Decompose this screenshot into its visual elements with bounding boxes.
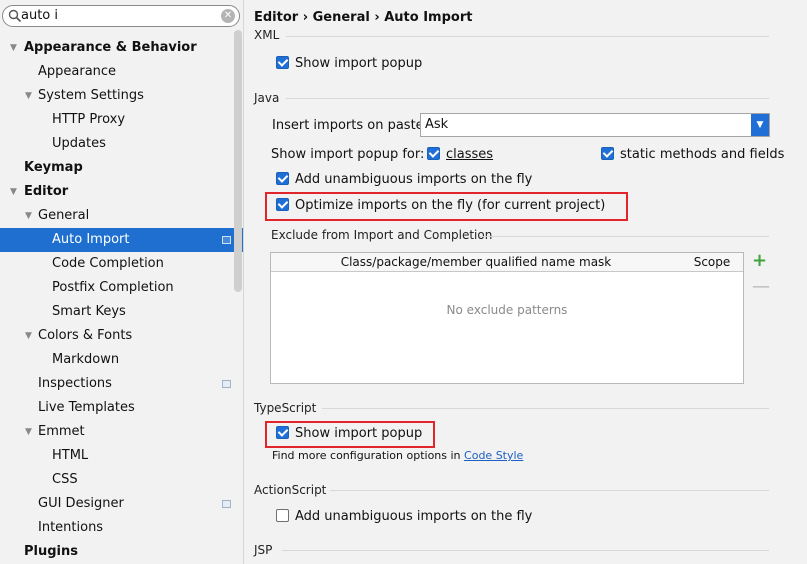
tree-item-label: Updates bbox=[52, 136, 106, 151]
project-settings-icon bbox=[222, 500, 231, 508]
project-settings-icon bbox=[222, 236, 231, 244]
tree-item[interactable]: ▼ Editor bbox=[0, 180, 243, 204]
table-header-mask[interactable]: Class/package/member qualified name mask bbox=[271, 253, 682, 272]
insert-imports-select[interactable]: Ask ▼ bbox=[420, 113, 770, 137]
tree-item-label: Editor bbox=[24, 184, 69, 199]
tree-item-label: Keymap bbox=[24, 160, 83, 175]
expand-arrow-icon[interactable]: ▼ bbox=[25, 84, 32, 108]
tree-item[interactable]: Smart Keys bbox=[0, 300, 243, 324]
expand-arrow-icon[interactable]: ▼ bbox=[10, 180, 17, 204]
section-divider bbox=[330, 490, 769, 491]
tree-item-label: GUI Designer bbox=[38, 496, 124, 511]
tree-item[interactable]: CSS bbox=[0, 468, 243, 492]
project-settings-icon bbox=[222, 380, 231, 388]
section-divider bbox=[322, 408, 769, 409]
clear-search-icon[interactable]: ✕ bbox=[221, 9, 235, 23]
section-divider bbox=[480, 236, 769, 237]
tree-item[interactable]: Keymap bbox=[0, 156, 243, 180]
table-empty-text: No exclude patterns bbox=[446, 303, 568, 317]
tree-item-label: General bbox=[38, 208, 90, 223]
section-jsp-title: JSP bbox=[254, 543, 273, 557]
tree-item[interactable]: ▼ General bbox=[0, 204, 243, 228]
chevron-down-icon: ▼ bbox=[751, 114, 769, 136]
insert-imports-value: Ask bbox=[425, 117, 449, 132]
checkbox-checked-icon bbox=[601, 147, 614, 160]
checkbox-checked-icon bbox=[276, 56, 289, 69]
tree-item-label: Emmet bbox=[38, 424, 85, 439]
search-field[interactable]: auto i ✕ bbox=[2, 5, 240, 27]
search-input[interactable]: auto i bbox=[21, 8, 58, 23]
xml-show-import-popup-checkbox[interactable]: Show import popup bbox=[276, 55, 422, 73]
static-methods-checkbox[interactable]: static methods and fields bbox=[601, 146, 784, 164]
section-actionscript-title: ActionScript bbox=[254, 483, 327, 497]
tree-item[interactable]: ▼ Emmet bbox=[0, 420, 243, 444]
tree-item[interactable]: Markdown bbox=[0, 348, 243, 372]
section-divider bbox=[282, 550, 769, 551]
settings-sidebar: auto i ✕ ▼ Appearance & Behavior Appearanc… bbox=[0, 0, 244, 564]
tree-item[interactable]: Inspections bbox=[0, 372, 243, 396]
expand-arrow-icon[interactable]: ▼ bbox=[25, 324, 32, 348]
expand-arrow-icon[interactable]: ▼ bbox=[25, 204, 32, 228]
tree-item-label: Auto Import bbox=[52, 232, 130, 247]
tree-item[interactable]: Live Templates bbox=[0, 396, 243, 420]
tree-item-label: Plugins bbox=[24, 544, 78, 559]
as-add-unambiguous-checkbox[interactable]: Add unambiguous imports on the fly bbox=[276, 508, 532, 526]
section-java-title: Java bbox=[254, 91, 280, 105]
highlight-box bbox=[265, 192, 628, 221]
tree-item[interactable]: Postfix Completion bbox=[0, 276, 243, 300]
java-add-unambiguous-checkbox[interactable]: Add unambiguous imports on the fly bbox=[276, 171, 532, 189]
tree-item[interactable]: ▼ Colors & Fonts bbox=[0, 324, 243, 348]
tree-item-label: Postfix Completion bbox=[52, 280, 174, 295]
expand-arrow-icon[interactable]: ▼ bbox=[25, 420, 32, 444]
tree-item-label: Appearance & Behavior bbox=[24, 40, 197, 55]
section-divider bbox=[286, 98, 769, 99]
tree-item[interactable]: HTML bbox=[0, 444, 243, 468]
tree-item-label: CSS bbox=[52, 472, 78, 487]
code-style-hint: Find more configuration options in Code … bbox=[272, 449, 524, 462]
highlight-box bbox=[265, 421, 435, 448]
add-icon[interactable]: + bbox=[752, 252, 767, 270]
section-typescript-title: TypeScript bbox=[254, 401, 317, 415]
insert-imports-label: Insert imports on paste: bbox=[272, 118, 429, 133]
exclude-title: Exclude from Import and Completion bbox=[271, 228, 493, 242]
exclude-table[interactable]: Class/package/member qualified name mask… bbox=[270, 252, 744, 384]
code-style-link[interactable]: Code Style bbox=[464, 449, 523, 462]
tree-item[interactable]: Updates bbox=[0, 132, 243, 156]
tree-item-label: HTML bbox=[52, 448, 89, 463]
section-divider bbox=[286, 36, 769, 37]
tree-item-label: HTTP Proxy bbox=[52, 112, 126, 127]
section-xml-title: XML bbox=[254, 28, 280, 42]
tree-item-label: Code Completion bbox=[52, 256, 164, 271]
tree-item-label: Markdown bbox=[52, 352, 120, 367]
expand-arrow-icon[interactable]: ▼ bbox=[10, 36, 17, 60]
checkbox-unchecked-icon bbox=[276, 509, 289, 522]
settings-tree: ▼ Appearance & Behavior Appearance ▼ System … bbox=[0, 36, 243, 564]
tree-item[interactable]: Intentions bbox=[0, 516, 243, 540]
tree-item-label: Inspections bbox=[38, 376, 112, 391]
tree-item-label: Live Templates bbox=[38, 400, 135, 415]
checkbox-checked-icon bbox=[427, 147, 440, 160]
classes-checkbox[interactable]: classes bbox=[427, 146, 493, 164]
tree-item[interactable]: HTTP Proxy bbox=[0, 108, 243, 132]
breadcrumb: Editor › General › Auto Import bbox=[254, 10, 473, 25]
tree-item[interactable]: GUI Designer bbox=[0, 492, 243, 516]
tree-item-label: System Settings bbox=[38, 88, 144, 103]
tree-item[interactable]: ▼ System Settings bbox=[0, 84, 243, 108]
checkbox-checked-icon bbox=[276, 172, 289, 185]
tree-item-label: Smart Keys bbox=[52, 304, 126, 319]
tree-item[interactable]: Code Completion bbox=[0, 252, 243, 276]
tree-item-label: Intentions bbox=[38, 520, 104, 535]
tree-item[interactable]: Auto Import bbox=[0, 228, 243, 252]
tree-item-label: Colors & Fonts bbox=[38, 328, 133, 343]
tree-item[interactable]: ▼ Appearance & Behavior bbox=[0, 36, 243, 60]
show-import-popup-for-label: Show import popup for: bbox=[271, 147, 425, 162]
auto-import-panel: Editor › General › Auto Import XML Show … bbox=[244, 0, 807, 564]
remove-icon[interactable]: — bbox=[752, 278, 770, 296]
table-header-scope[interactable]: Scope bbox=[681, 253, 743, 272]
tree-item-label: Appearance bbox=[38, 64, 117, 79]
search-icon bbox=[8, 9, 22, 23]
tree-item[interactable]: Appearance bbox=[0, 60, 243, 84]
sidebar-scrollbar[interactable] bbox=[234, 30, 242, 292]
tree-item[interactable]: Plugins bbox=[0, 540, 243, 564]
